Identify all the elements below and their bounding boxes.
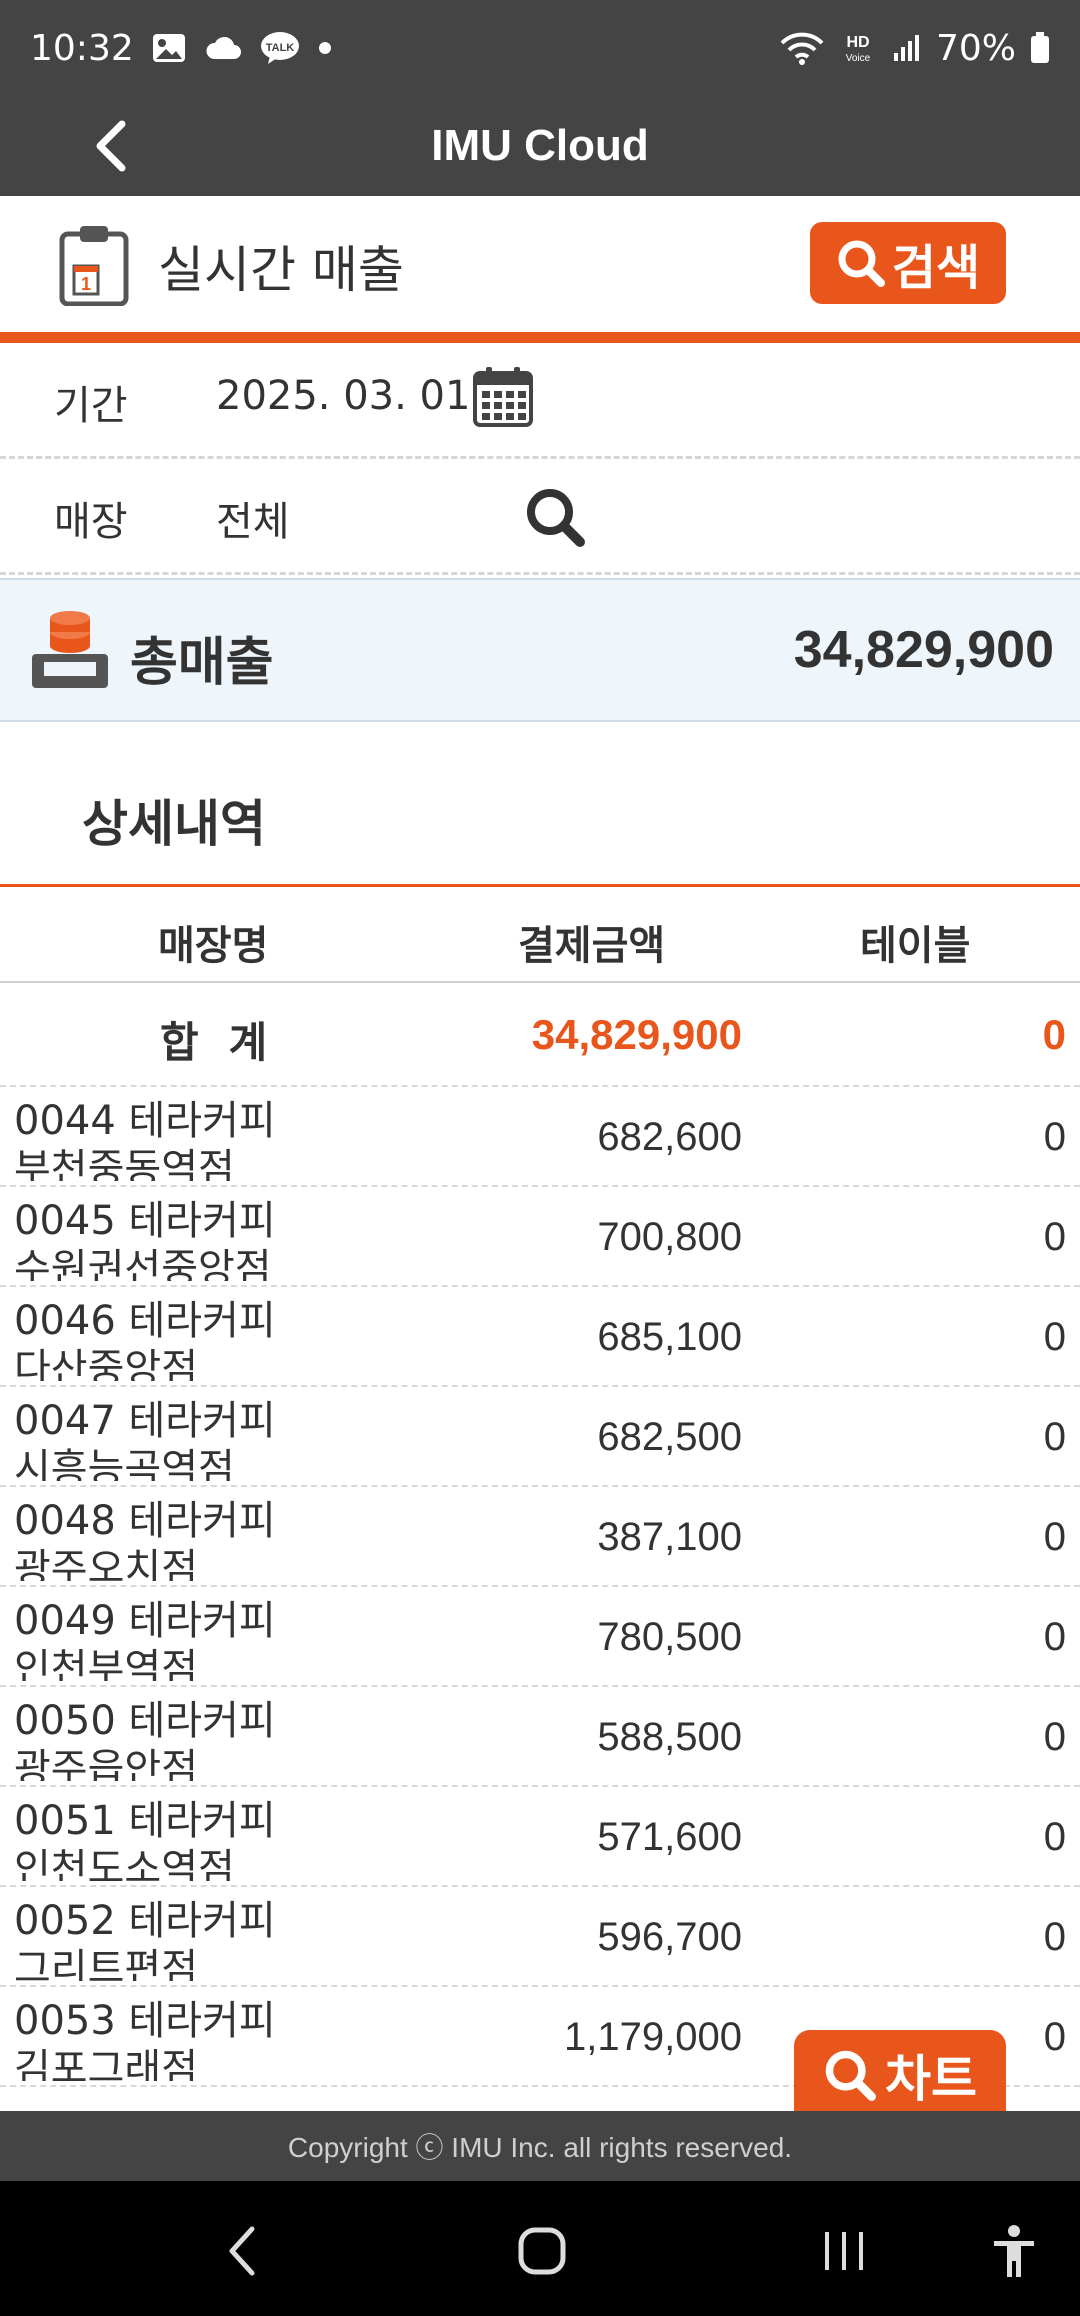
row-amount: 682,600	[597, 1115, 742, 1159]
row-table: 0	[1043, 2015, 1066, 2059]
row-table: 0	[1043, 1215, 1066, 1259]
row-amount: 588,500	[597, 1715, 742, 1759]
row-amount: 780,500	[597, 1615, 742, 1659]
dot-icon	[318, 41, 332, 55]
nav-accessibility-button[interactable]	[974, 2211, 1054, 2291]
row-store-name: 0049 테라커피 인천부역점	[14, 1598, 276, 1681]
sum-amount: 34,829,900	[531, 1011, 742, 1058]
table-row[interactable]: 0051 테라커피 인천도소역점 571,600 0	[0, 1787, 1080, 1887]
table-row[interactable]: 0052 테라커피 그리트편점 596,700 0	[0, 1887, 1080, 1987]
wifi-icon	[780, 31, 824, 65]
table-row[interactable]: 0044 테라커피 부천중동역점 682,600 0	[0, 1087, 1080, 1187]
footer-copyright: Copyright ⓒ IMU Inc. all rights reserved…	[0, 2111, 1080, 2181]
row-table: 0	[1043, 1915, 1066, 1959]
nav-recents-icon	[825, 2232, 863, 2270]
clipboard-number: 1	[81, 274, 91, 294]
app-bar: IMU Cloud	[0, 96, 1080, 196]
table-row[interactable]: 0047 테라커피 시흥능곡역점 682,500 0	[0, 1387, 1080, 1487]
row-store-name: 0045 테라커피 수원권선중앙점	[14, 1198, 276, 1281]
calendar-icon[interactable]	[472, 365, 534, 433]
search-icon	[825, 2050, 876, 2101]
search-button-label: 검색	[891, 240, 981, 296]
table-header: 매장명 결제금액 테이블	[0, 887, 1080, 983]
sum-row: 합계 34,829,900 0	[0, 985, 1080, 1087]
row-amount: 387,100	[597, 1515, 742, 1559]
row-store-name: 0046 테라커피 다산중앙점	[14, 1298, 276, 1381]
header-divider	[0, 332, 1080, 343]
nav-back-button[interactable]	[202, 2211, 282, 2291]
chart-button-label: 차트	[885, 2050, 977, 2108]
header-store: 매장명	[158, 923, 269, 969]
header-table: 테이블	[860, 923, 971, 969]
header-amount: 결제금액	[518, 923, 666, 969]
row-store-name: 0051 테라커피 인천도소역점	[14, 1798, 276, 1881]
row-store-name: 0052 테라커피 그리트편점	[14, 1898, 276, 1981]
talk-badge-text: TALK	[265, 42, 294, 54]
gallery-icon	[152, 33, 186, 63]
row-table: 0	[1043, 1115, 1066, 1159]
battery-percent: 70%	[935, 27, 1016, 69]
nav-home-button[interactable]	[502, 2211, 582, 2291]
row-amount: 700,800	[597, 1215, 742, 1259]
talk-icon: TALK	[260, 31, 300, 65]
table-row[interactable]: 0048 테라커피 광주오치점 387,100 0	[0, 1487, 1080, 1587]
table-row[interactable]: 0050 테라커피 광주읍안점 588,500 0	[0, 1687, 1080, 1787]
table-row[interactable]: 0049 테라커피 인천부역점 780,500 0	[0, 1587, 1080, 1687]
period-value[interactable]: 2025. 03. 01	[216, 373, 470, 419]
status-bar: 10:32 TALK HD Voice 70%	[0, 0, 1080, 96]
row-store-name: 0053 테라커피 김포그래점	[14, 1998, 276, 2081]
app-title: IMU Cloud	[431, 121, 649, 170]
hd-text: HD	[846, 34, 869, 51]
store-search-icon[interactable]	[522, 484, 588, 554]
row-amount: 1,179,000	[564, 2015, 742, 2059]
coin-register-icon	[28, 610, 112, 696]
cloud-icon	[204, 35, 242, 61]
row-store-name: 0048 테라커피 광주오치점	[14, 1498, 276, 1581]
signal-icon	[892, 33, 922, 63]
status-time: 10:32	[30, 27, 134, 69]
row-table: 0	[1043, 1315, 1066, 1359]
row-store-name: 0044 테라커피 부천중동역점	[14, 1098, 276, 1181]
row-table: 0	[1043, 1815, 1066, 1859]
row-amount: 682,500	[597, 1415, 742, 1459]
table-row[interactable]: 0045 테라커피 수원권선중앙점 700,800 0	[0, 1187, 1080, 1287]
row-table: 0	[1043, 1715, 1066, 1759]
period-filter-row: 기간 2025. 03. 01	[0, 343, 1080, 459]
period-label: 기간	[54, 383, 128, 429]
row-amount: 596,700	[597, 1915, 742, 1959]
battery-icon	[1030, 32, 1050, 64]
voice-text: Voice	[846, 53, 871, 64]
sum-label: 합계	[160, 1018, 298, 1067]
row-store-name: 0050 테라커피 광주읍안점	[14, 1698, 276, 1781]
clipboard-icon: 1	[58, 222, 130, 310]
row-table: 0	[1043, 1615, 1066, 1659]
page-title: 실시간 매출	[158, 241, 404, 299]
chart-button[interactable]: 차트	[794, 2030, 1006, 2120]
sales-table: 합계 34,829,900 0 0044 테라커피 부천중동역점 682,600…	[0, 985, 1080, 2111]
hd-voice-icon: HD Voice	[838, 31, 878, 65]
search-icon	[838, 240, 885, 287]
total-sales-label: 총매출	[130, 633, 274, 693]
row-amount: 571,600	[597, 1815, 742, 1859]
total-sales-value: 34,829,900	[793, 621, 1054, 679]
nav-home-icon	[518, 2227, 566, 2275]
total-sales-band: 총매출 34,829,900	[0, 578, 1080, 722]
row-table: 0	[1043, 1415, 1066, 1459]
store-label: 매장	[54, 499, 128, 545]
row-store-name: 0047 테라커피 시흥능곡역점	[14, 1398, 276, 1481]
page-header: 1 실시간 매출 검색	[0, 196, 1080, 332]
nav-back-icon	[229, 2226, 255, 2276]
store-value[interactable]: 전체	[216, 489, 290, 547]
sum-table: 0	[1042, 1011, 1066, 1058]
details-title: 상세내역	[82, 795, 266, 853]
nav-recents-button[interactable]	[804, 2211, 884, 2291]
row-amount: 685,100	[597, 1315, 742, 1359]
accessibility-icon	[994, 2225, 1034, 2277]
system-nav-bar	[0, 2181, 1080, 2316]
search-button[interactable]: 검색	[810, 222, 1006, 304]
table-row[interactable]: 0046 테라커피 다산중앙점 685,100 0	[0, 1287, 1080, 1387]
row-table: 0	[1043, 1515, 1066, 1559]
